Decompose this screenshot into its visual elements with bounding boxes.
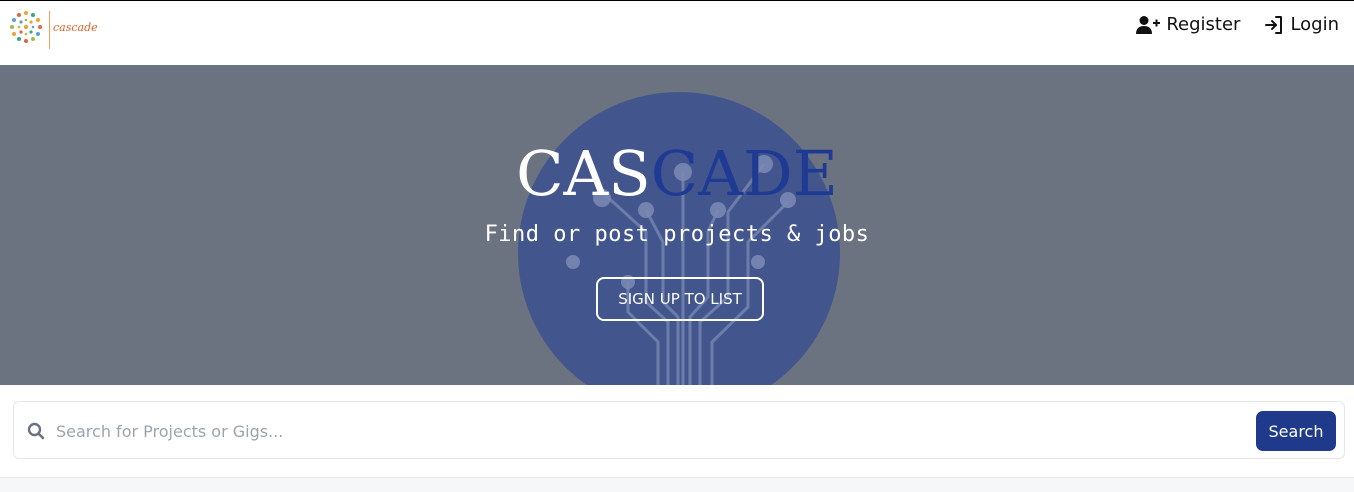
register-label: Register — [1166, 14, 1241, 35]
hero-subtitle: Find or post projects & jobs — [484, 222, 870, 247]
page-bottom-section — [0, 477, 1354, 492]
logo-divider — [49, 11, 50, 49]
search-input[interactable] — [54, 412, 1248, 450]
navbar: cascade Register Login — [0, 1, 1354, 65]
nav-links: Register Login — [1136, 14, 1339, 35]
user-plus-icon — [1136, 15, 1161, 34]
logo-text: cascade — [53, 21, 98, 34]
login-label: Login — [1290, 14, 1339, 35]
search-button[interactable]: Search — [1256, 411, 1336, 451]
hero-title: CASCADE — [0, 139, 1354, 209]
logo-dots-icon — [10, 11, 42, 43]
register-link[interactable]: Register — [1136, 14, 1240, 35]
sign-up-button[interactable]: SIGN UP TO LIST — [596, 277, 764, 321]
hero-title-part2: CADE — [650, 137, 838, 210]
login-link[interactable]: Login — [1264, 14, 1339, 35]
sign-in-icon — [1265, 15, 1283, 34]
hero-title-part1: CAS — [516, 137, 651, 210]
brand-logo[interactable]: cascade — [6, 7, 98, 49]
search-bar: Search — [13, 401, 1345, 459]
search-icon — [27, 422, 45, 440]
hero-banner: CASCADE Find or post projects & jobs SIG… — [0, 65, 1354, 385]
